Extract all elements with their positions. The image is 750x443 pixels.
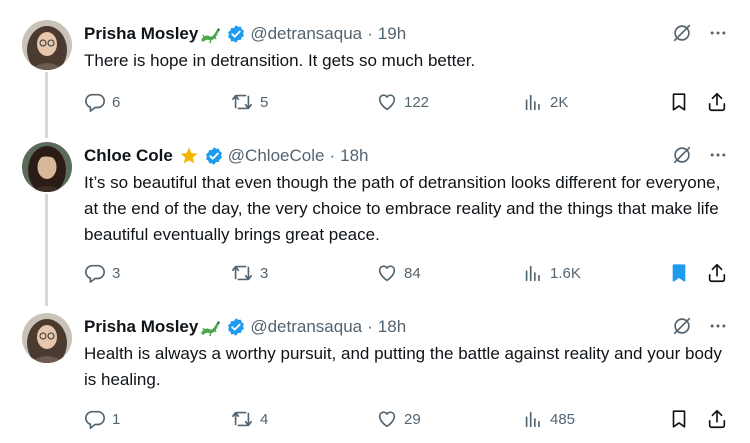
reply-button[interactable]: 3 xyxy=(84,261,120,285)
display-name[interactable]: Prisha Mosley xyxy=(84,24,198,44)
tweet-header: Prisha Mosley @detransaqua · 19h xyxy=(84,22,406,46)
avatar[interactable] xyxy=(22,313,72,363)
separator-dot: · xyxy=(367,24,373,43)
like-count: 122 xyxy=(404,93,430,111)
views-button[interactable]: 485 xyxy=(522,407,575,431)
reply-button[interactable]: 1 xyxy=(84,407,120,431)
retweet-icon xyxy=(232,94,252,110)
tweet[interactable]: Prisha Mosley @detransaqua · 19h There i… xyxy=(0,20,750,120)
tweet-text: Health is always a worthy pursuit, and p… xyxy=(84,344,722,389)
avatar[interactable] xyxy=(22,20,72,70)
bookmark-button[interactable] xyxy=(668,261,690,285)
timestamp[interactable]: 18h xyxy=(378,317,406,337)
star-emoji-icon xyxy=(179,146,199,166)
share-button[interactable] xyxy=(706,90,728,114)
like-count: 29 xyxy=(404,410,421,428)
retweet-count: 5 xyxy=(260,93,269,111)
separator-dot: · xyxy=(329,146,336,165)
grok-icon[interactable] xyxy=(671,22,693,44)
user-handle[interactable]: @ChloeCole xyxy=(228,146,325,166)
lizard-emoji-icon xyxy=(199,317,221,337)
heart-icon xyxy=(378,265,396,282)
retweet-button[interactable]: 5 xyxy=(230,90,268,114)
like-count: 84 xyxy=(404,264,421,282)
more-options-icon[interactable] xyxy=(708,23,728,43)
verified-badge-icon xyxy=(226,24,246,44)
views-button[interactable]: 2K xyxy=(522,90,568,114)
user-handle[interactable]: @detransaqua xyxy=(250,317,362,337)
avatar[interactable] xyxy=(22,142,72,192)
like-button[interactable]: 84 xyxy=(376,261,421,285)
bookmark-filled-icon xyxy=(672,264,686,282)
more-options-icon[interactable] xyxy=(708,145,728,165)
reply-icon xyxy=(85,264,105,283)
views-icon xyxy=(525,411,540,428)
tweet[interactable]: Prisha Mosley @detransaqua · 18h Health … xyxy=(0,313,750,443)
retweet-count: 4 xyxy=(260,410,269,428)
like-button[interactable]: 122 xyxy=(376,90,429,114)
display-name[interactable]: Prisha Mosley xyxy=(84,317,198,337)
verified-badge-icon xyxy=(226,317,246,337)
tweet-text: It’s so beautiful that even though the p… xyxy=(84,173,721,244)
retweet-icon xyxy=(232,411,252,427)
share-icon xyxy=(708,263,726,283)
bookmark-button[interactable] xyxy=(668,407,690,431)
verified-badge-icon xyxy=(204,146,224,166)
tweet[interactable]: Chloe Cole @ChloeCole · 18h It’s so beau… xyxy=(0,142,750,292)
like-button[interactable]: 29 xyxy=(376,407,421,431)
reply-count: 3 xyxy=(112,264,121,282)
grok-icon[interactable] xyxy=(671,144,693,166)
views-button[interactable]: 1.6K xyxy=(522,261,581,285)
separator-dot: · xyxy=(367,317,373,336)
reply-button[interactable]: 6 xyxy=(84,90,120,114)
views-count: 1.6K xyxy=(550,264,581,282)
reply-icon xyxy=(85,410,105,429)
tweet-actions: 6 5 122 2K xyxy=(0,90,750,114)
share-button[interactable] xyxy=(706,261,728,285)
tweet-header: Prisha Mosley @detransaqua · 18h xyxy=(84,315,406,339)
heart-icon xyxy=(378,94,396,111)
retweet-button[interactable]: 3 xyxy=(230,261,268,285)
retweet-button[interactable]: 4 xyxy=(230,407,268,431)
reply-count: 6 xyxy=(112,93,121,111)
views-icon xyxy=(525,265,540,282)
views-count: 485 xyxy=(550,410,576,428)
share-icon xyxy=(708,409,726,429)
tweet-actions: 3 3 84 1.6K xyxy=(0,261,750,285)
reply-count: 1 xyxy=(112,410,121,428)
display-name[interactable]: Chloe Cole xyxy=(84,146,173,166)
user-handle[interactable]: @detransaqua xyxy=(250,24,362,44)
tweet-actions: 1 4 29 485 xyxy=(0,407,750,431)
reply-icon xyxy=(85,93,105,112)
more-options-icon[interactable] xyxy=(708,316,728,336)
grok-icon[interactable] xyxy=(671,315,693,337)
views-icon xyxy=(525,94,540,111)
bookmark-button[interactable] xyxy=(668,90,690,114)
timestamp[interactable]: 18h xyxy=(340,146,368,166)
lizard-emoji-icon xyxy=(199,24,221,44)
retweet-icon xyxy=(232,265,252,281)
share-icon xyxy=(708,92,726,112)
tweet-header: Chloe Cole @ChloeCole · 18h xyxy=(84,144,368,168)
tweet-text: There is hope in detransition. It gets s… xyxy=(84,51,476,70)
bookmark-icon xyxy=(672,410,686,428)
retweet-count: 3 xyxy=(260,264,269,282)
views-count: 2K xyxy=(550,93,569,111)
heart-icon xyxy=(378,411,396,428)
share-button[interactable] xyxy=(706,407,728,431)
timestamp[interactable]: 19h xyxy=(378,24,406,44)
bookmark-icon xyxy=(672,93,686,111)
